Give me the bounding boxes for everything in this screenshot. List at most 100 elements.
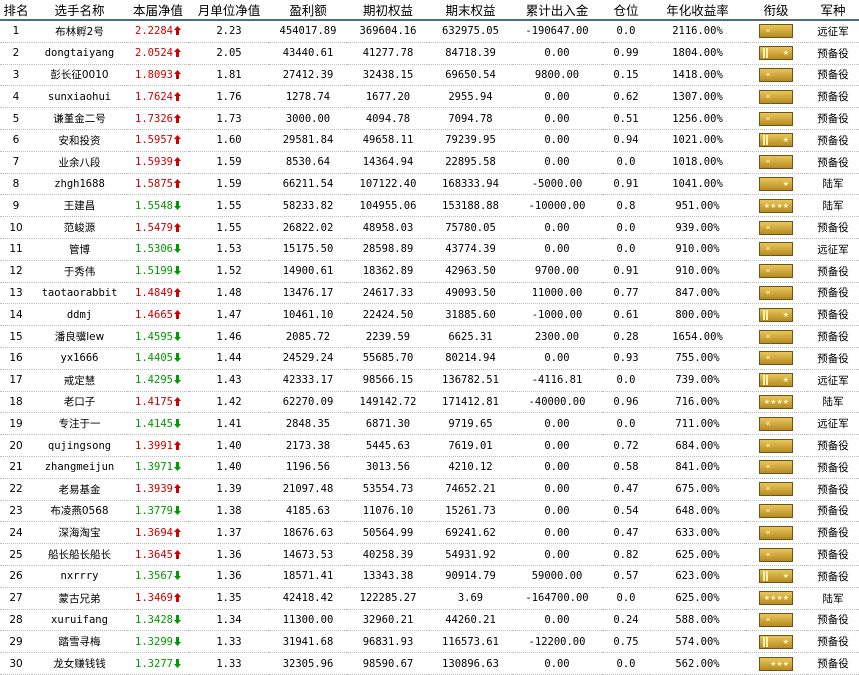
cell-position: 0.94 bbox=[602, 129, 650, 152]
cell-player-name[interactable]: 老易基金 bbox=[32, 478, 127, 501]
cell-monthly-nav: 1.55 bbox=[189, 216, 269, 239]
cell-start-equity: 5445.63 bbox=[347, 434, 429, 457]
cell-nav: 2.0524 bbox=[127, 42, 189, 65]
table-row[interactable]: 15 潘良骥lew 1.4595 1.46 2085.72 2239.59 6625.31 2… bbox=[0, 325, 859, 348]
table-row[interactable]: 10 范峻源 1.5479 1.55 26822.02 48958.03 75780.05 0… bbox=[0, 216, 859, 239]
arrow-up-icon bbox=[173, 178, 181, 188]
table-row[interactable]: 19 专注于一 1.4145 1.41 2848.35 6871.30 9719.65 0.0… bbox=[0, 412, 859, 436]
nav-value: 2.2284 bbox=[135, 25, 173, 38]
cell-position: 0.77 bbox=[602, 282, 650, 305]
cell-player-name[interactable]: 于秀伟 bbox=[32, 260, 127, 283]
table-row[interactable]: 25 船长船长船长 1.3645 1.36 14673.53 40258.39 54931.… bbox=[0, 543, 859, 566]
cell-player-name[interactable]: 船长船长船长 bbox=[32, 543, 127, 566]
table-row[interactable]: 3 彭长征0010 1.8093 1.81 27412.39 32438.15 69650.… bbox=[0, 64, 859, 87]
table-row[interactable]: 20 qujingsong 1.3991 1.40 2173.38 5445.63 7619… bbox=[0, 434, 859, 457]
cell-player-name[interactable]: 范峻源 bbox=[32, 216, 127, 239]
table-row[interactable]: 24 深海淘宝 1.3694 1.37 18676.63 50564.99 69241.62… bbox=[0, 521, 859, 545]
table-row[interactable]: 4 sunxiaohui 1.7624 1.76 1278.74 1677.20 2955.… bbox=[0, 85, 859, 109]
cell-player-name[interactable]: taotaorabbit bbox=[32, 282, 127, 305]
cell-player-name[interactable]: 布林孵2号 bbox=[32, 20, 127, 43]
rank-insignia-icon: « bbox=[759, 67, 793, 82]
table-row[interactable]: 27 蒙古兄弟 1.3469 1.35 42418.42 122285.27 3.69 -16… bbox=[0, 587, 859, 610]
cell-player-name[interactable]: 老口子 bbox=[32, 391, 127, 414]
cell-player-name[interactable]: 龙女赚钱钱 bbox=[32, 652, 127, 675]
cell-end-equity: 3.69 bbox=[429, 587, 512, 610]
cell-player-name[interactable]: dongtaiyang bbox=[32, 42, 127, 65]
arrow-up-icon bbox=[173, 113, 181, 123]
table-row[interactable]: 2 dongtaiyang 2.0524 2.05 43440.61 41277.78 84… bbox=[0, 42, 859, 65]
header-annual-return[interactable]: 年化收益率 bbox=[650, 0, 745, 21]
table-row[interactable]: 8 zhgh1688 1.5875 1.59 66211.54 107122.40 1683… bbox=[0, 173, 859, 196]
table-row[interactable]: 30 龙女赚钱钱 1.3277 1.33 32305.96 98590.67 130896.… bbox=[0, 652, 859, 675]
header-start-equity[interactable]: 期初权益 bbox=[347, 0, 429, 21]
header-end-equity[interactable]: 期末权益 bbox=[429, 0, 512, 21]
cell-player-name[interactable]: 安和投资 bbox=[32, 129, 127, 152]
header-position[interactable]: 仓位 bbox=[602, 0, 650, 21]
cell-player-name[interactable]: 管博 bbox=[32, 238, 127, 261]
cell-profit: 32305.96 bbox=[269, 652, 347, 675]
table-row[interactable]: 12 于秀伟 1.5199 1.52 14900.61 18362.89 42963.50 9… bbox=[0, 260, 859, 283]
cell-monthly-nav: 1.41 bbox=[189, 412, 269, 436]
table-row[interactable]: 1 布林孵2号 2.2284 2.23 454017.89 369604.16 632975… bbox=[0, 20, 859, 43]
cell-player-name[interactable]: sunxiaohui bbox=[32, 85, 127, 109]
cell-player-name[interactable]: xuruifang bbox=[32, 609, 127, 632]
table-row[interactable]: 16 yx1666 1.4405 1.44 24529.24 55685.70 80214.… bbox=[0, 347, 859, 370]
table-row[interactable]: 21 zhangmeijun 1.3971 1.40 1196.56 3013.56 421… bbox=[0, 456, 859, 479]
cell-player-name[interactable]: 蒙古兄弟 bbox=[32, 587, 127, 610]
table-row[interactable]: 5 谦堇金二号 1.7326 1.73 3000.00 4094.78 7094.78 0.0… bbox=[0, 107, 859, 130]
cell-player-name[interactable]: 踏雪寻梅 bbox=[32, 630, 127, 654]
header-rank[interactable]: 排名 bbox=[0, 0, 32, 21]
table-row[interactable]: 29 踏雪寻梅 1.3299 1.33 31941.68 96831.93 116573.6… bbox=[0, 630, 859, 654]
table-row[interactable]: 6 安和投资 1.5957 1.60 29581.84 49658.11 79239.95 0… bbox=[0, 129, 859, 152]
cell-cash-flow: 0.00 bbox=[512, 456, 602, 479]
cell-player-name[interactable]: 谦堇金二号 bbox=[32, 107, 127, 130]
table-row[interactable]: 14 ddmj 1.4665 1.47 10461.10 22424.50 31885.60… bbox=[0, 303, 859, 327]
cell-player-name[interactable]: 专注于一 bbox=[32, 412, 127, 436]
table-row[interactable]: 11 管博 1.5306 1.53 15175.50 28598.89 43774.39 0.… bbox=[0, 238, 859, 261]
table-row[interactable]: 13 taotaorabbit 1.4849 1.48 13476.17 24617.33… bbox=[0, 282, 859, 305]
cell-player-name[interactable]: zhangmeijun bbox=[32, 456, 127, 479]
header-military-rank[interactable]: 衔级 bbox=[745, 0, 807, 21]
table-row[interactable]: 26 nxrrry 1.3567 1.36 18571.41 13343.38 90914.… bbox=[0, 565, 859, 588]
cell-military-rank: ★★★★ bbox=[745, 194, 807, 218]
cell-cash-flow: 2300.00 bbox=[512, 325, 602, 348]
cell-branch: 预备役 bbox=[807, 630, 859, 654]
cell-player-name[interactable]: 业余八段 bbox=[32, 151, 127, 174]
cell-position: 0.28 bbox=[602, 325, 650, 348]
table-row[interactable]: 28 xuruifang 1.3428 1.34 11300.00 32960.21 442… bbox=[0, 609, 859, 632]
cell-nav: 1.3277 bbox=[127, 652, 189, 675]
cell-branch: 预备役 bbox=[807, 565, 859, 588]
cell-military-rank: « bbox=[745, 64, 807, 87]
table-row[interactable]: 7 业余八段 1.5939 1.59 8530.64 14364.94 22895.58 0.… bbox=[0, 151, 859, 174]
cell-player-name[interactable]: nxrrry bbox=[32, 565, 127, 588]
header-profit[interactable]: 盈利额 bbox=[269, 0, 347, 21]
cell-profit: 4185.63 bbox=[269, 500, 347, 523]
header-monthly-nav[interactable]: 月单位净值 bbox=[189, 0, 269, 21]
cell-player-name[interactable]: 潘良骥lew bbox=[32, 325, 127, 348]
table-row[interactable]: 17 戒定慧 1.4295 1.43 42333.17 98566.15 136782.51… bbox=[0, 369, 859, 392]
nav-value: 1.3277 bbox=[135, 657, 173, 670]
cell-player-name[interactable]: 彭长征0010 bbox=[32, 64, 127, 87]
cell-player-name[interactable]: ddmj bbox=[32, 303, 127, 327]
cell-position: 0.47 bbox=[602, 478, 650, 501]
cell-start-equity: 32960.21 bbox=[347, 609, 429, 632]
cell-player-name[interactable]: qujingsong bbox=[32, 434, 127, 457]
header-branch[interactable]: 军种 bbox=[807, 0, 859, 21]
cell-player-name[interactable]: yx1666 bbox=[32, 347, 127, 370]
cell-cash-flow: 0.00 bbox=[512, 500, 602, 523]
table-row[interactable]: 9 王建昌 1.5548 1.55 58233.82 104955.06 153188.88… bbox=[0, 194, 859, 218]
header-nav[interactable]: 本届净值 bbox=[127, 0, 189, 21]
cell-player-name[interactable]: 戒定慧 bbox=[32, 369, 127, 392]
table-row[interactable]: 22 老易基金 1.3939 1.39 21097.48 53554.73 74652.21… bbox=[0, 478, 859, 501]
cell-annual-return: 739.00% bbox=[650, 369, 745, 392]
cell-cash-flow: -40000.00 bbox=[512, 391, 602, 414]
header-name[interactable]: 选手名称 bbox=[32, 0, 127, 21]
table-row[interactable]: 18 老口子 1.4175 1.42 62270.09 149142.72 171412.8… bbox=[0, 391, 859, 414]
cell-player-name[interactable]: zhgh1688 bbox=[32, 173, 127, 196]
cell-player-name[interactable]: 王建昌 bbox=[32, 194, 127, 218]
header-cash-flow[interactable]: 累计出入金 bbox=[512, 0, 602, 21]
cell-player-name[interactable]: 深海淘宝 bbox=[32, 521, 127, 545]
cell-military-rank: « bbox=[745, 107, 807, 130]
table-row[interactable]: 23 布凌燕0568 1.3779 1.38 4185.63 11076.10 15261.… bbox=[0, 500, 859, 523]
cell-player-name[interactable]: 布凌燕0568 bbox=[32, 500, 127, 523]
